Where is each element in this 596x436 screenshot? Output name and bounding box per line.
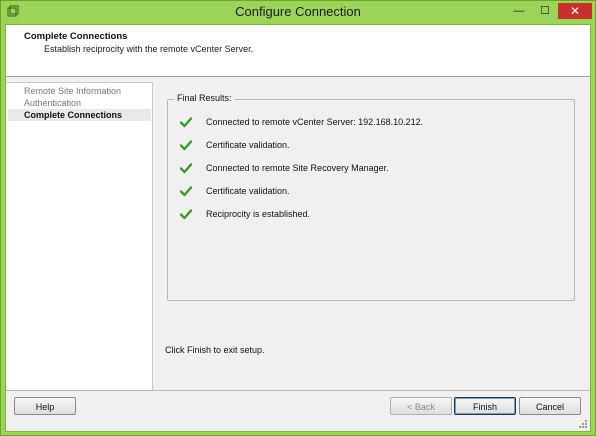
check-icon — [180, 140, 192, 151]
step-authentication[interactable]: Authentication — [24, 98, 81, 108]
check-icon — [180, 117, 192, 128]
step-complete-connections[interactable]: Complete Connections — [24, 110, 122, 120]
page-title: Complete Connections — [24, 31, 128, 42]
result-text: Reciprocity is established. — [206, 209, 311, 219]
main-panel: Final Results: Connected to remote vCent… — [153, 82, 589, 390]
finish-button[interactable]: Finish — [454, 397, 516, 415]
page-subtitle: Establish reciprocity with the remote vC… — [44, 44, 254, 54]
result-text: Certificate validation. — [206, 186, 290, 196]
final-results-group: Final Results: Connected to remote vCent… — [167, 93, 575, 301]
step-remote-site-information[interactable]: Remote Site Information — [24, 86, 121, 96]
check-icon — [180, 163, 192, 174]
footer-divider — [6, 390, 590, 391]
final-results-label: Final Results: — [174, 93, 235, 103]
result-text: Connected to remote Site Recovery Manage… — [206, 163, 389, 173]
minimize-button[interactable]: — — [507, 3, 531, 19]
resize-grip-icon[interactable] — [578, 419, 588, 429]
help-button[interactable]: Help — [14, 397, 76, 415]
configure-connection-window: Configure Connection — ☐ ✕ Complete Conn… — [0, 0, 596, 436]
result-text: Certificate validation. — [206, 140, 290, 150]
page-header: Complete Connections Establish reciproci… — [6, 25, 590, 77]
check-icon — [180, 209, 192, 220]
back-button[interactable]: < Back — [390, 397, 452, 415]
wizard-steps: Remote Site Information Authentication C… — [7, 82, 153, 391]
dialog-client: Complete Connections Establish reciproci… — [5, 24, 591, 432]
close-button[interactable]: ✕ — [558, 3, 592, 19]
title-bar[interactable]: Configure Connection — ☐ ✕ — [1, 1, 595, 23]
cancel-button[interactable]: Cancel — [519, 397, 581, 415]
check-icon — [180, 186, 192, 197]
maximize-button[interactable]: ☐ — [533, 3, 557, 19]
result-text: Connected to remote vCenter Server: 192.… — [206, 117, 424, 127]
window-title: Configure Connection — [235, 4, 361, 19]
finish-hint: Click Finish to exit setup. — [165, 345, 265, 355]
